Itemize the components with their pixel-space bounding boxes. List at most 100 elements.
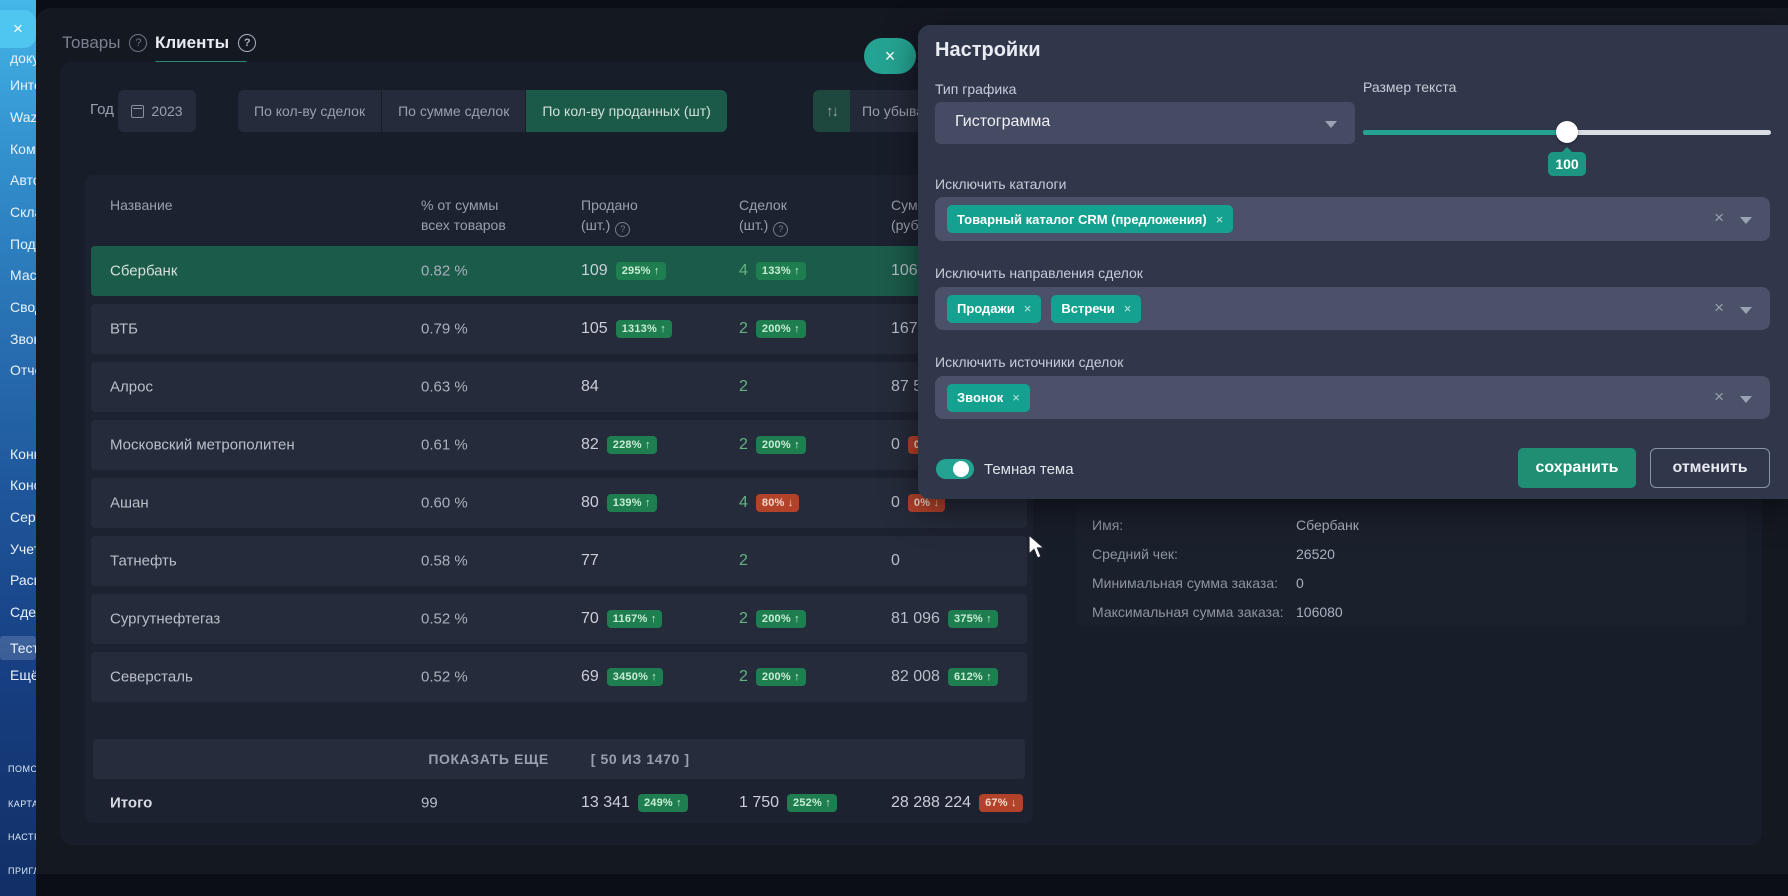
row-sold-value: 70: [581, 610, 599, 628]
row-sum-badge: 375% ↑: [948, 610, 998, 628]
table-row[interactable]: ВТБ0.79 %1051313% ↑2200% ↑167: [91, 304, 1027, 354]
text-size-slider[interactable]: [1363, 121, 1771, 143]
text-size-label: Размер текста: [1363, 79, 1456, 95]
row-sum-value: 106: [891, 262, 918, 280]
column-header-4: Сум(руб: [891, 195, 918, 235]
sidebar-footer-item-3[interactable]: ПРИГЛ: [8, 866, 36, 876]
sidebar-item-13[interactable]: Серв: [10, 509, 36, 525]
row-sold-value: 69: [581, 668, 599, 686]
row-sold: 1051313% ↑: [581, 320, 672, 338]
show-more-counter: [ 50 ИЗ 1470 ]: [591, 751, 690, 767]
client-info-label: Средний чек:: [1092, 546, 1178, 562]
client-info-label: Минимальная сумма заказа:: [1092, 575, 1278, 591]
show-more-button[interactable]: ПОКАЗАТЬ ЕЩЕ [ 50 ИЗ 1470 ]: [93, 739, 1025, 779]
clear-icon[interactable]: ×: [1714, 388, 1724, 405]
dark-theme-toggle[interactable]: [936, 459, 974, 479]
segment-0[interactable]: По кол-ву сделок: [238, 90, 382, 132]
slider-thumb[interactable]: [1556, 121, 1578, 143]
chevron-down-icon[interactable]: [1740, 396, 1752, 403]
tag-remove-icon[interactable]: ×: [1012, 390, 1020, 405]
tag-remove-icon[interactable]: ×: [1216, 212, 1224, 227]
chevron-down-icon[interactable]: [1740, 307, 1752, 314]
sidebar-item-6[interactable]: Подп: [10, 236, 36, 252]
help-icon[interactable]: ?: [129, 34, 147, 52]
sidebar-item-2[interactable]: Wazz: [10, 109, 36, 125]
row-sum: 0: [891, 552, 900, 570]
sidebar-item-5[interactable]: Скла: [10, 204, 36, 220]
table-row[interactable]: Ашан0.60 %80139% ↑480% ↓00% ↓: [91, 478, 1027, 528]
exclude-directions-input[interactable]: Продажи×Встречи× ×: [935, 287, 1770, 330]
column-header-line1: Продано: [581, 195, 638, 215]
sidebar-item-10[interactable]: Отче: [10, 362, 36, 378]
row-pct: 0.60 %: [421, 495, 468, 512]
exclude-directions-label: Исключить направления сделок: [935, 265, 1143, 281]
sidebar-item-3[interactable]: Комп: [10, 141, 36, 157]
table-row[interactable]: Сургутнефтегаз0.52 %701167% ↑2200% ↑81 0…: [91, 594, 1027, 644]
chevron-down-icon: [1325, 121, 1337, 128]
help-icon[interactable]: ?: [238, 34, 256, 52]
exclude-catalogs-input[interactable]: Товарный каталог CRM (предложения)× ×: [935, 197, 1770, 241]
cancel-button[interactable]: отменить: [1650, 448, 1770, 488]
sidebar: доку Инте Wazz Комп Авто Скла Подп Маст Свод Звон…: [0, 0, 36, 896]
sidebar-close-button[interactable]: ×: [0, 10, 36, 48]
sidebar-footer-item-0[interactable]: ПОМО: [8, 764, 36, 774]
row-pct: 0.61 %: [421, 437, 468, 454]
sidebar-item-7[interactable]: Маст: [10, 267, 36, 283]
row-name: Татнефть: [110, 553, 177, 570]
row-deals-badge: 200% ↑: [756, 610, 806, 628]
save-button[interactable]: сохранить: [1518, 448, 1636, 488]
row-sold-value: 105: [581, 320, 608, 338]
tag-remove-icon[interactable]: ×: [1024, 301, 1032, 316]
text-size-value-badge: 100: [1548, 152, 1586, 176]
row-sum-value: 0: [891, 436, 900, 454]
sidebar-item-15[interactable]: Расш: [10, 572, 36, 588]
client-info-row: Средний чек:26520: [1076, 540, 1746, 569]
help-icon[interactable]: ?: [615, 222, 630, 237]
year-picker[interactable]: 2023: [118, 90, 196, 132]
sidebar-item-11[interactable]: Конн: [10, 446, 36, 462]
sidebar-item-16[interactable]: Сдел: [10, 604, 36, 620]
sidebar-item-1[interactable]: Инте: [10, 77, 36, 93]
segment-1[interactable]: По сумме сделок: [382, 90, 526, 132]
chart-type-select[interactable]: Гистограмма: [935, 102, 1355, 144]
sidebar-item-14[interactable]: Учет: [10, 541, 36, 557]
tag-remove-icon[interactable]: ×: [1124, 301, 1132, 316]
tab-clients[interactable]: Клиенты ?: [155, 33, 256, 53]
row-sold-badge: 3450% ↑: [607, 668, 663, 686]
sidebar-item-0[interactable]: доку: [10, 50, 36, 66]
table-row[interactable]: Северсталь0.52 %693450% ↑2200% ↑82 00861…: [91, 652, 1027, 702]
sidebar-item-17[interactable]: Тест: [0, 636, 36, 660]
sidebar-item-18[interactable]: Ещё: [10, 667, 36, 683]
row-deals-badge: 133% ↑: [756, 262, 806, 280]
column-header-3: Сделок(шт.)?: [739, 195, 788, 237]
row-deals-value: 4: [739, 262, 748, 280]
total-deals-value: 1 750: [739, 794, 779, 812]
table-row[interactable]: Сбербанк0.82 %109295% ↑4133% ↑106: [91, 246, 1027, 296]
total-row: Итого9913 341249% ↑1 750252% ↑28 288 224…: [91, 787, 1027, 819]
tab-products[interactable]: Товары ?: [62, 33, 147, 53]
sidebar-item-9[interactable]: Звон: [10, 331, 36, 347]
row-deals-value: 2: [739, 320, 748, 338]
row-name: Северсталь: [110, 669, 193, 686]
clear-icon[interactable]: ×: [1714, 209, 1724, 226]
chevron-down-icon[interactable]: [1740, 217, 1752, 224]
sidebar-item-12[interactable]: Конс: [10, 477, 36, 493]
sort-arrows-icon[interactable]: ↑↓: [813, 90, 850, 132]
segment-2[interactable]: По кол-ву проданных (шт): [526, 90, 727, 132]
toggle-knob: [953, 461, 969, 477]
sidebar-item-4[interactable]: Авто: [10, 172, 36, 188]
table-row[interactable]: Татнефть0.58 %7720: [91, 536, 1027, 586]
metric-segmented-control: По кол-ву сделокПо сумме сделокПо кол-ву…: [238, 90, 727, 132]
table-row[interactable]: Московский метрополитен0.61 %82228% ↑220…: [91, 420, 1027, 470]
settings-close-button[interactable]: ×: [864, 38, 916, 74]
sidebar-footer-item-1[interactable]: КАРТА: [8, 799, 36, 809]
exclude-sources-input[interactable]: Звонок× ×: [935, 376, 1770, 419]
table-row[interactable]: Алрос0.63 %84287 5: [91, 362, 1027, 412]
clear-icon[interactable]: ×: [1714, 299, 1724, 316]
row-deals-badge: 80% ↓: [756, 494, 800, 512]
sidebar-footer-item-2[interactable]: НАСТР: [8, 832, 36, 842]
row-sold-value: 84: [581, 378, 599, 396]
help-icon[interactable]: ?: [773, 222, 788, 237]
tab-products-label: Товары: [62, 33, 120, 53]
sidebar-item-8[interactable]: Свод: [10, 299, 36, 315]
